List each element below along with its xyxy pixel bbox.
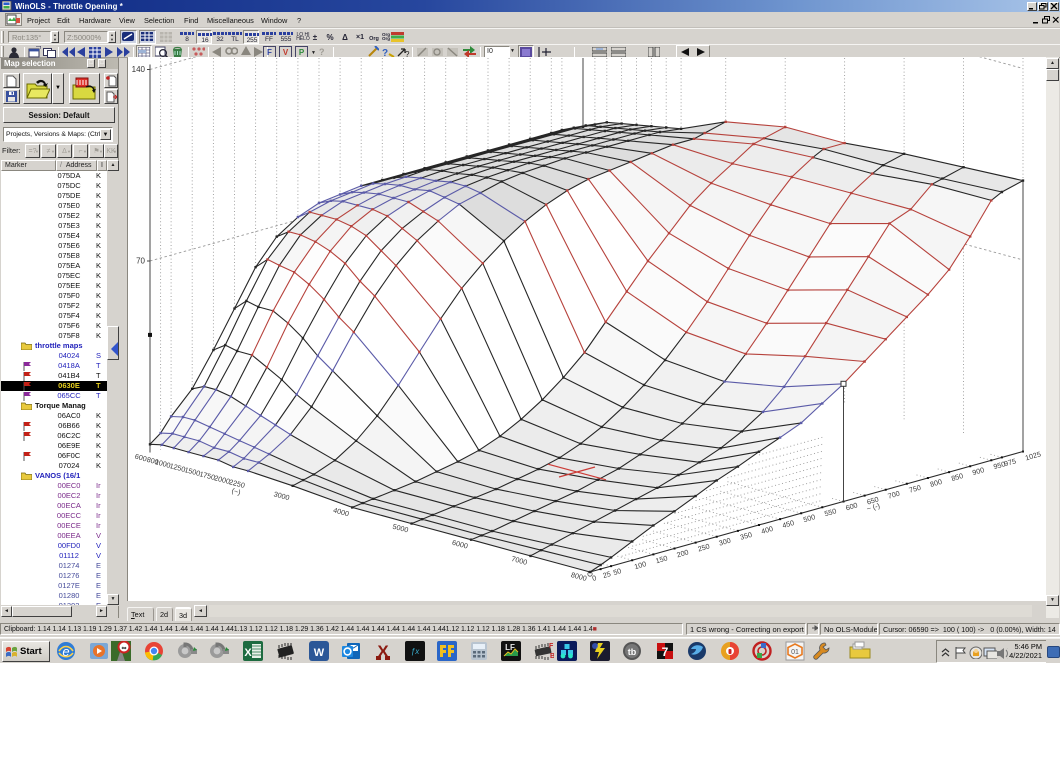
svg-text:70: 70 (136, 257, 145, 266)
svg-text:X: X (244, 647, 252, 659)
svg-text:7: 7 (661, 645, 668, 659)
svg-text:e: e (62, 644, 69, 659)
svg-text:B: B (550, 653, 554, 660)
svg-text:tb: tb (627, 647, 636, 657)
svg-text:01: 01 (791, 649, 799, 656)
svg-text:∞: ∞ (121, 645, 126, 652)
svg-text:140: 140 (132, 65, 146, 74)
svg-text:W: W (313, 647, 324, 659)
svg-text:ƒx: ƒx (410, 647, 419, 656)
svg-text:F: F (549, 643, 554, 650)
